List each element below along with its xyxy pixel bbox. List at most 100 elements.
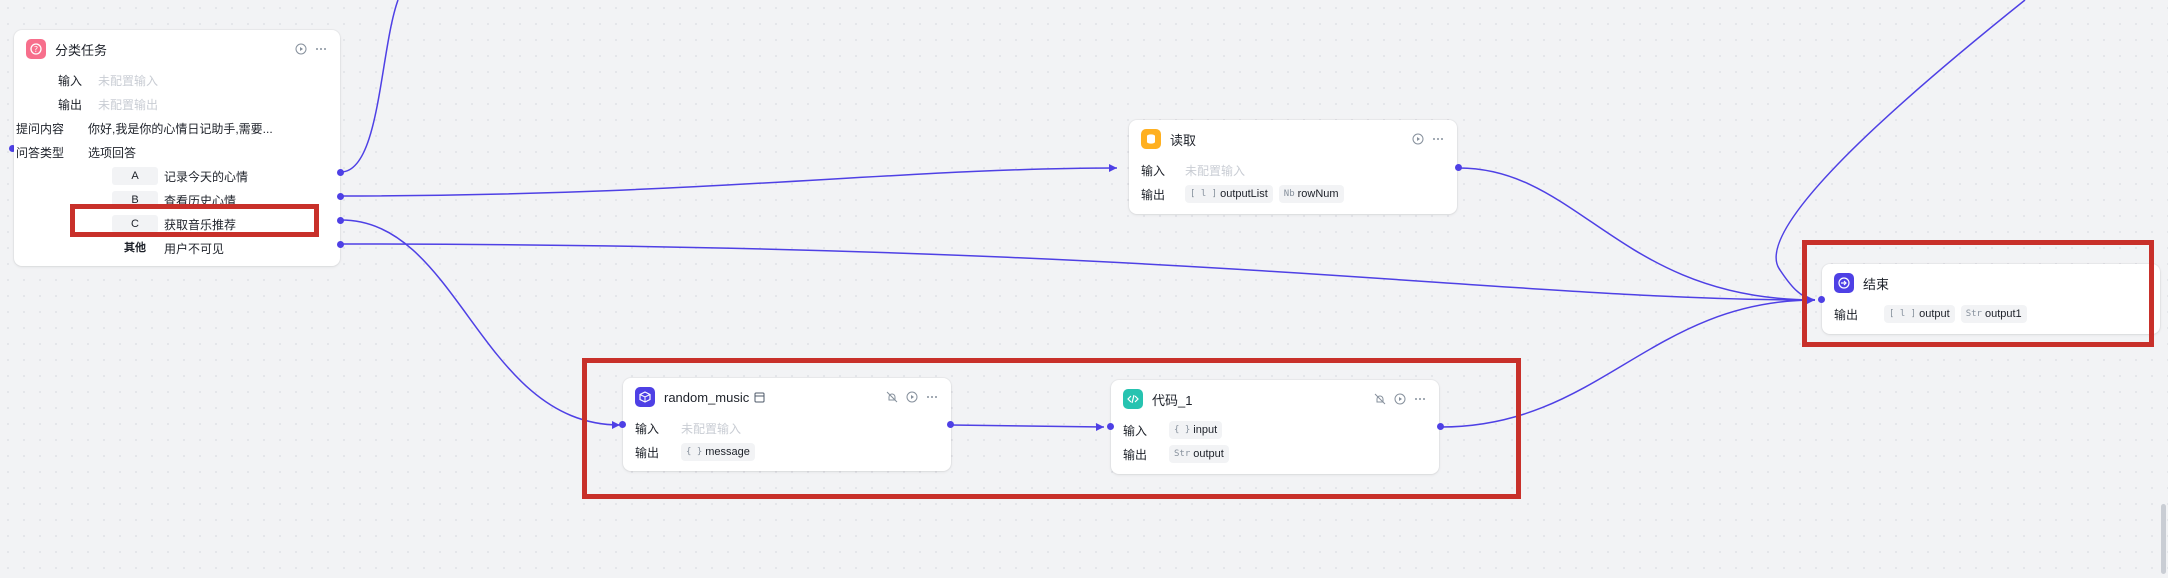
option-a[interactable]: A 记录今天的心情 [26,164,328,188]
output-name: message [705,446,750,458]
end-output-row: 输出 [ l ] output Str output1 [1834,302,2148,326]
input-value: 未配置输入 [681,421,742,436]
code-node-title: 代码_1 [1152,392,1193,408]
classify-node[interactable]: ? 分类任务 输入 未配置输入 输出 未配置输出 提问内容 你好,我是你的心情日… [14,30,340,266]
classify-input-row: 输入 未配置输入 [26,68,328,92]
vertical-scrollbar[interactable] [2161,504,2166,574]
input-value: 未配置输入 [1185,163,1246,178]
answer-type-value: 选项回答 [88,145,137,160]
input-tag: { } input [1169,421,1223,439]
option-other-key: 其他 [124,242,146,254]
output-label: 输出 [1123,447,1148,462]
arrow-code-input [1096,423,1104,431]
option-other-text: 用户不可见 [164,241,225,256]
more-icon[interactable] [314,42,328,56]
option-b-port[interactable] [337,193,344,200]
end-node[interactable]: 结束 输出 [ l ] output Str output1 [1822,264,2160,334]
end-node-header: 结束 [1834,272,2148,294]
music-node-title: random_music [664,389,750,405]
end-node-title: 结束 [1863,276,1890,292]
output-name: output [1193,448,1224,460]
answer-type-label: 问答类型 [16,145,65,160]
option-other[interactable]: 其他 用户不可见 [26,236,328,260]
edge-other-to-end [340,243,1816,301]
read-output-port[interactable] [1455,164,1462,171]
run-icon[interactable] [1393,392,1407,406]
classify-prompt-row: 提问内容 你好,我是你的心情日记助手,需要... [16,116,328,140]
code-input-port[interactable] [1107,423,1114,430]
run-icon[interactable] [1411,132,1425,146]
exit-icon [1834,273,1854,293]
option-other-port[interactable] [337,241,344,248]
edge-music-to-code [950,424,1105,428]
bell-off-icon[interactable] [885,390,899,404]
input-value: 未配置输入 [98,73,159,88]
output-name: output1 [1984,308,2022,320]
option-c[interactable]: C 获取音乐推荐 [26,212,328,236]
read-input-row: 输入 未配置输入 [1141,158,1445,182]
type-icon: Str [1965,309,1982,319]
prompt-label: 提问内容 [16,121,65,136]
input-label: 输入 [57,73,82,88]
output-label: 输出 [635,445,660,460]
code-input-row: 输入 { } input [1123,418,1427,442]
plugin-icon [635,387,655,407]
more-icon[interactable] [925,390,939,404]
type-icon: Nb [1283,189,1295,199]
classify-output-row: 输出 未配置输出 [26,92,328,116]
run-icon[interactable] [294,42,308,56]
option-b-text: 查看历史心情 [164,193,237,208]
option-a-port[interactable] [337,169,344,176]
input-label: 输入 [1141,163,1166,178]
music-node[interactable]: random_music 输入 未配置输入 输出 { } message [623,378,951,471]
music-output-port[interactable] [947,421,954,428]
output-name: outputList [1220,188,1268,200]
question-icon: ? [26,39,46,59]
more-icon[interactable] [1413,392,1427,406]
music-input-row: 输入 未配置输入 [635,416,939,440]
input-label: 输入 [1123,423,1148,438]
option-b-key: B [112,191,158,209]
arrow-end-input [1807,296,1815,304]
more-icon[interactable] [1431,132,1445,146]
edge-option-c-to-music [340,219,621,426]
code-node[interactable]: 代码_1 输入 { } input 输出 Str output [1111,380,1439,474]
code-icon [1123,389,1143,409]
input-label: 输入 [635,421,660,436]
output-tag: Str output [1169,445,1229,463]
bell-off-icon[interactable] [1373,392,1387,406]
option-b[interactable]: B 查看历史心情 [26,188,328,212]
run-icon[interactable] [905,390,919,404]
option-c-key: C [112,215,158,233]
option-c-text: 获取音乐推荐 [164,217,237,232]
type-icon: [ l ] [1190,189,1218,199]
output-name: rowNum [1297,188,1339,200]
music-input-port[interactable] [619,421,626,428]
output-tag: Nb rowNum [1278,185,1344,203]
output-tag: Str output1 [1960,305,2027,323]
type-icon: [ l ] [1889,309,1917,319]
end-input-port[interactable] [1818,296,1825,303]
code-output-port[interactable] [1437,423,1444,430]
read-node-header: 读取 [1141,128,1445,150]
edge-code-to-end [1440,299,1816,428]
output-tag: [ l ] output [1884,305,1955,323]
code-node-header: 代码_1 [1123,388,1427,410]
output-label: 输出 [1834,307,1859,322]
database-icon [1141,129,1161,149]
output-tag: { } message [681,443,755,461]
output-label: 输出 [57,97,82,112]
store-icon [754,392,765,403]
read-node[interactable]: 读取 输入 未配置输入 输出 [ l ] outputList Nb rowNum [1129,120,1457,214]
type-icon: Str [1174,449,1191,459]
option-c-port[interactable] [337,217,344,224]
read-output-row: 输出 [ l ] outputList Nb rowNum [1141,182,1445,206]
input-name: input [1193,424,1218,436]
edge-top-to-end [1775,0,2026,301]
type-icon: { } [686,447,703,457]
type-icon: { } [1174,425,1191,435]
edge-option-b-to-read [340,167,1118,197]
edge-option-a [340,0,399,173]
classify-node-header: ? 分类任务 [26,38,328,60]
edge-read-to-end [1458,167,1816,301]
